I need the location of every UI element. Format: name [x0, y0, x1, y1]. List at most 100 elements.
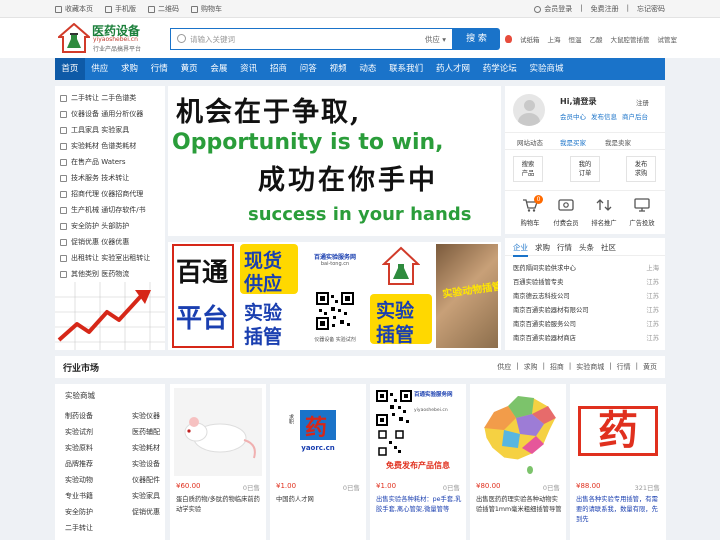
mall-category-link[interactable]: 实验试剂: [65, 424, 93, 440]
bookmark-link[interactable]: 收藏本页: [55, 4, 93, 14]
register-link[interactable]: 注册: [636, 97, 649, 107]
hot-keyword[interactable]: 试纸箱: [520, 34, 540, 44]
category-item[interactable]: 其他类别 医药物流: [60, 269, 129, 279]
mall-category-link[interactable]: 促销优惠: [132, 504, 160, 520]
mall-category-link[interactable]: 品牌推荐: [65, 456, 93, 472]
nav-news[interactable]: 资讯: [234, 58, 264, 80]
mall-category-link[interactable]: 专业书籍: [65, 488, 93, 504]
login-link[interactable]: 会员登录: [534, 4, 572, 14]
nav-talent[interactable]: 药人才网: [430, 58, 477, 80]
nav-contact[interactable]: 联系我们: [383, 58, 430, 80]
register-link[interactable]: 免费注册: [591, 4, 619, 14]
ad-baitong[interactable]: 百通 平台: [172, 244, 234, 348]
search-input[interactable]: 请输入关键词 供应 ▾: [170, 28, 453, 50]
paid-member-shortcut[interactable]: 付费会员: [551, 197, 581, 227]
mall-category-link[interactable]: 实验设备: [132, 456, 160, 472]
product-card[interactable]: 药 ¥88.00 321已售 出售各种实验专用插管，有需要的请联系我，数量有限，…: [570, 384, 666, 540]
tab-quotes[interactable]: 行情: [557, 242, 572, 253]
mall-category-link[interactable]: 二手转让: [65, 520, 93, 536]
tab-buyer[interactable]: 我是买家: [560, 137, 586, 147]
list-item[interactable]: 南京百通实验器材商店 江苏: [513, 333, 659, 342]
ad-placement-shortcut[interactable]: 广告投放: [627, 197, 657, 227]
ad-stock-supply[interactable]: 现货 供应 实验 插管: [238, 244, 300, 348]
nav-quotes[interactable]: 行情: [144, 58, 174, 80]
hot-keyword[interactable]: 乙酸: [590, 34, 603, 44]
nav-investment[interactable]: 招商: [264, 58, 294, 80]
category-item[interactable]: 生产机械 通切存软件/书: [60, 205, 146, 215]
nav-dynamics[interactable]: 动态: [353, 58, 383, 80]
ranking-promo-shortcut[interactable]: 排名推广: [589, 197, 619, 227]
mall-category-link[interactable]: 仪器配件: [132, 472, 160, 488]
search-button[interactable]: 搜 索: [453, 28, 500, 50]
market-link-quotes[interactable]: 行情: [617, 362, 631, 372]
product-card[interactable]: 百通实验服务网 yiyaoshebei.cn 免费发布产品信息 ¥1.00 0已…: [370, 384, 466, 540]
category-item[interactable]: 招商代理 仪器招商代理: [60, 189, 143, 199]
tab-community[interactable]: 社区: [601, 242, 616, 253]
product-card[interactable]: ¥60.00 0已售 蛋白质药物/多肽药物临床前药动学实验: [170, 384, 266, 540]
product-card[interactable]: ¥80.00 0已售 出售医药药理实验各种动物实验插管1mm毫米粗细插管导管: [470, 384, 566, 540]
hot-keyword[interactable]: 恒温: [569, 34, 582, 44]
list-item[interactable]: 南京百通实验服务公司 江苏: [513, 319, 659, 328]
nav-mall[interactable]: 实验商城: [523, 58, 570, 80]
market-link-mall[interactable]: 实验商城: [576, 362, 604, 372]
search-category-select[interactable]: 供应 ▾: [425, 34, 446, 45]
mall-category-link[interactable]: 实验仪器: [132, 408, 160, 424]
hot-keyword[interactable]: 上海: [548, 34, 561, 44]
category-item[interactable]: 出租转让 实验室出租转让: [60, 253, 150, 263]
nav-buy[interactable]: 求购: [115, 58, 145, 80]
tab-site-news[interactable]: 网站动态: [517, 137, 543, 147]
tab-headlines[interactable]: 头条: [579, 242, 594, 253]
category-item[interactable]: 实验耗材 色谱类耗材: [60, 141, 136, 151]
nav-yellowpages[interactable]: 黄页: [174, 58, 204, 80]
nav-forum[interactable]: 药学论坛: [476, 58, 523, 80]
product-card[interactable]: 药 求职 yaorc.cn ¥1.00 0已售 中国药人才网: [270, 384, 366, 540]
forgot-password-link[interactable]: 忘记密码: [637, 4, 665, 14]
nav-home[interactable]: 首页: [55, 58, 85, 80]
mall-category-link[interactable]: 实验家具: [132, 488, 160, 504]
site-logo[interactable]: 医药设备 yiyaoshebei.cn 行业产品搞界平台: [58, 21, 153, 55]
hot-keyword[interactable]: 大鼠腔管插管: [611, 34, 650, 44]
nav-qa[interactable]: 问答: [293, 58, 323, 80]
mall-category-link[interactable]: 实验原料: [65, 440, 93, 456]
market-link-buy[interactable]: 求购: [524, 362, 538, 372]
mall-category-link[interactable]: 安全防护: [65, 504, 93, 520]
merchant-backend-link[interactable]: 商户后台: [622, 111, 648, 121]
market-link-supply[interactable]: 供应: [497, 362, 511, 372]
search-products-button[interactable]: 搜索 产品: [513, 156, 543, 182]
market-link-yellowpages[interactable]: 黄页: [643, 362, 657, 372]
category-item[interactable]: 仪器设备 通用分析仪器: [60, 109, 143, 119]
member-center-link[interactable]: 会员中心: [560, 111, 586, 121]
tab-buy[interactable]: 求购: [535, 242, 550, 253]
cart-shortcut[interactable]: 0 购物车: [515, 195, 545, 227]
promo-banner[interactable]: 机会在于争取, Opportunity is to win, 成功在你手中 su…: [168, 86, 501, 236]
category-item[interactable]: 促销优惠 仪器优惠: [60, 237, 129, 247]
cart-link[interactable]: 购物车: [191, 4, 222, 14]
nav-supply[interactable]: 供应: [85, 58, 115, 80]
ad-qrcode[interactable]: 百通实验服务网 bai-tong.cn 仪器设备 实验试剂: [304, 244, 366, 348]
category-item[interactable]: 在售产品 Waters: [60, 157, 126, 167]
mall-category-link[interactable]: 制药设备: [65, 408, 93, 424]
category-item[interactable]: 安全防护 头部防护: [60, 221, 129, 231]
mall-category-link[interactable]: 实验耗材: [132, 440, 160, 456]
login-greeting[interactable]: Hi,请登录: [560, 96, 596, 107]
category-item[interactable]: 二手转让 二手色谱类: [60, 93, 136, 103]
category-item[interactable]: 工具家具 实验家具: [60, 125, 129, 135]
hot-keyword[interactable]: 试管室: [658, 34, 678, 44]
nav-video[interactable]: 视频: [323, 58, 353, 80]
list-item[interactable]: 医药隔间实验供求中心 上海: [513, 263, 659, 272]
list-item[interactable]: 南京德云志科技公司 江苏: [513, 291, 659, 300]
mall-category-link[interactable]: 医药辅配: [132, 424, 160, 440]
post-request-button[interactable]: 发布 求购: [626, 156, 656, 182]
qrcode-link[interactable]: 二维码: [148, 4, 179, 14]
tab-seller[interactable]: 我是卖家: [605, 137, 631, 147]
ad-lab-tube[interactable]: 实验 插管: [370, 244, 432, 348]
list-item[interactable]: 南京百通实验器材有限公司 江苏: [513, 305, 659, 314]
mobile-link[interactable]: 手机版: [105, 4, 136, 14]
nav-exhibition[interactable]: 会展: [204, 58, 234, 80]
tab-enterprise[interactable]: 企业: [513, 242, 528, 257]
ad-photo[interactable]: 实验动物插管: [436, 244, 498, 348]
category-item[interactable]: 技术服务 技术转让: [60, 173, 129, 183]
my-orders-button[interactable]: 我的 订单: [570, 156, 600, 182]
publish-link[interactable]: 发布信息: [591, 111, 617, 121]
mall-category-link[interactable]: 实验动物: [65, 472, 93, 488]
